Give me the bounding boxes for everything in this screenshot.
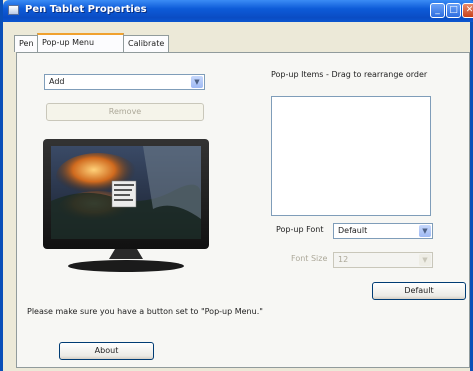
chevron-down-icon[interactable]: ▼ bbox=[191, 76, 203, 88]
chevron-down-icon[interactable]: ▼ bbox=[419, 254, 431, 266]
minimize-button[interactable]: _ bbox=[430, 3, 445, 18]
window-title: Pen Tablet Properties bbox=[25, 4, 147, 15]
popup-items-list[interactable] bbox=[271, 96, 431, 216]
app-icon bbox=[8, 5, 19, 15]
chevron-down-icon[interactable]: ▼ bbox=[419, 225, 431, 237]
popup-note: Please make sure you have a button set t… bbox=[27, 307, 263, 316]
about-button[interactable]: About bbox=[59, 342, 154, 360]
popup-font-value: Default bbox=[338, 226, 368, 235]
close-button[interactable]: ✕ bbox=[462, 3, 473, 18]
monitor-preview-image bbox=[43, 139, 209, 272]
tab-calibrate[interactable]: Calibrate bbox=[123, 35, 169, 52]
title-bar[interactable]: Pen Tablet Properties _ □ ✕ bbox=[3, 0, 473, 22]
popup-items-label: Pop-up Items - Drag to rearrange order bbox=[271, 70, 428, 79]
tab-popup-menu[interactable]: Pop-up Menu bbox=[37, 33, 124, 52]
action-select[interactable]: Add ▼ bbox=[44, 74, 205, 90]
font-size-value: 12 bbox=[338, 255, 349, 264]
popup-font-select[interactable]: Default ▼ bbox=[333, 223, 433, 239]
popup-font-label: Pop-up Font bbox=[276, 225, 324, 234]
font-size-label: Font Size bbox=[291, 254, 328, 263]
tab-pen[interactable]: Pen bbox=[14, 35, 38, 52]
remove-button[interactable]: Remove bbox=[46, 103, 204, 121]
default-button[interactable]: Default bbox=[372, 282, 466, 300]
action-select-value: Add bbox=[49, 77, 65, 86]
font-size-select[interactable]: 12 ▼ bbox=[333, 252, 433, 268]
maximize-button[interactable]: □ bbox=[446, 3, 461, 18]
properties-window: Pen Tablet Properties _ □ ✕ Pen Pop-up M… bbox=[0, 0, 473, 371]
